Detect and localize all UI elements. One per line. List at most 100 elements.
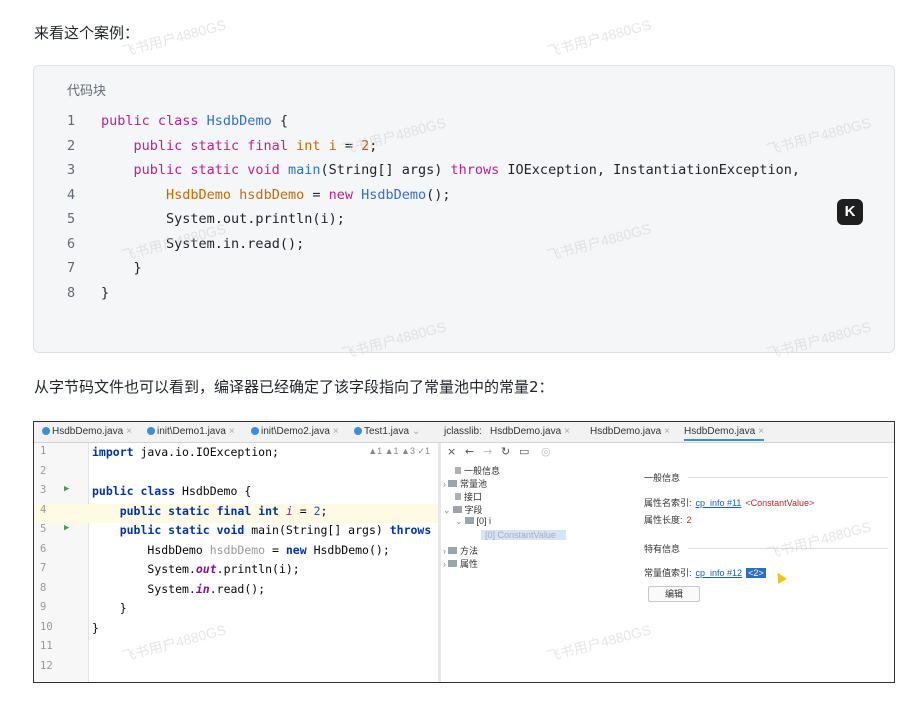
line-number: 1 xyxy=(67,113,76,129)
chevron-down-icon: ⌄ xyxy=(455,516,463,526)
code-line: 5 System.out.println(i); xyxy=(34,211,894,236)
mouse-cursor-icon xyxy=(773,570,787,584)
editor-line: 12 xyxy=(40,659,53,672)
line-number: 8 xyxy=(67,284,76,301)
code-token: HsdbDemo xyxy=(361,186,427,203)
chevron-down-icon[interactable]: ⌄ xyxy=(412,426,420,437)
code-token: HsdbDemo xyxy=(206,113,272,129)
code-token: = xyxy=(304,186,329,203)
code-token: public static void xyxy=(133,162,288,178)
editor-line: 1 import java.io.IOException; xyxy=(40,445,279,459)
code-editor[interactable]: ▲1 ▲1 ▲3 ✓1 1 import java.io.IOException;… xyxy=(34,443,438,682)
general-info-header: 一般信息 xyxy=(644,473,889,483)
constant-index-row: 常量值索引: cp_info #12 <2> xyxy=(644,568,766,578)
attribute-detail-panel: 一般信息 属性名索引: cp_info #11 <ConstantValue> 属性… xyxy=(644,462,894,682)
line-number: 4 xyxy=(67,186,76,203)
code-token: IOException, InstantiationException, xyxy=(499,162,801,178)
close-icon[interactable]: × xyxy=(333,426,339,437)
chevron-down-icon: ⌄ xyxy=(443,505,451,515)
code-line: 1 public class HsdbDemo { xyxy=(34,113,894,138)
jclasslib-tab-bar: jclasslib: HsdbDemo.java × HsdbDemo.java ×… xyxy=(438,422,894,443)
editor-line: 8 System.in.read(); xyxy=(40,581,266,596)
browser-icon[interactable]: ◎ xyxy=(541,445,551,458)
folder-icon xyxy=(448,560,457,567)
code-line: 4 HsdbDemo hsdbDemo = new HsdbDemo(); xyxy=(34,187,894,212)
line-number: 3 xyxy=(67,162,76,178)
tree-item-constant-pool[interactable]: › 常量池 xyxy=(443,477,487,490)
edit-button[interactable]: 编辑 xyxy=(648,586,700,602)
length-row: 属性长度: 2 xyxy=(644,515,692,525)
save-icon[interactable]: ▭ xyxy=(519,445,529,458)
tree-item-fields[interactable]: ⌄ 字段 xyxy=(443,503,483,516)
tree-item-constant-value[interactable]: [0] ConstantValue xyxy=(481,530,566,540)
editor-line: 5 ▶ public static void main(String[] args… xyxy=(40,523,432,537)
close-icon[interactable]: × xyxy=(564,426,570,437)
chevron-right-icon: › xyxy=(443,479,446,489)
refresh-icon[interactable]: ↻ xyxy=(501,445,510,458)
run-icon[interactable]: ▶ xyxy=(64,484,69,494)
forward-arrow-icon[interactable]: → xyxy=(483,445,492,458)
name-index-row: 属性名索引: cp_info #11 <ConstantValue> xyxy=(644,498,815,508)
close-icon[interactable]: × xyxy=(126,426,132,437)
folder-icon xyxy=(448,547,457,554)
java-class-icon xyxy=(42,427,50,435)
back-arrow-icon[interactable]: ← xyxy=(465,445,474,458)
tree-item-field-i[interactable]: ⌄ [0] i xyxy=(455,516,491,527)
tab-demo1[interactable]: init\Demo1.java × xyxy=(147,426,235,437)
close-icon[interactable]: × xyxy=(447,445,456,458)
tab-hsdbdemo[interactable]: HsdbDemo.java × xyxy=(42,426,132,437)
jclasslib-label: jclasslib: xyxy=(444,426,482,437)
editor-line: 9 } xyxy=(40,601,127,615)
code-token: HsdbDemo hsdbDemo xyxy=(166,186,305,203)
line-number: 6 xyxy=(67,235,76,252)
run-icon[interactable]: ▶ xyxy=(64,523,69,533)
folder-icon xyxy=(448,480,457,487)
specific-info-header: 特有信息 xyxy=(644,544,889,554)
close-icon[interactable]: × xyxy=(758,426,764,437)
code-token: throws xyxy=(450,162,500,178)
tab-jclasslib-2[interactable]: HsdbDemo.java × xyxy=(590,426,670,437)
tree-item-general[interactable]: 一般信息 xyxy=(455,464,500,477)
line-number: 5 xyxy=(67,211,76,227)
editor-line: 7 System.out.println(i); xyxy=(40,562,300,576)
code-token: int xyxy=(296,137,329,154)
tab-demo2[interactable]: init\Demo2.java × xyxy=(251,426,339,437)
tree-item-attributes[interactable]: › 属性 xyxy=(443,557,478,570)
cp-info-link[interactable]: cp_info #12 xyxy=(696,568,743,578)
intro-paragraph: 来看这个案例： xyxy=(34,24,140,42)
watermark: 飞书用户4880GS xyxy=(544,16,653,60)
code-block-header: 代码块 xyxy=(67,84,107,99)
java-class-icon xyxy=(251,427,259,435)
code-token: (String[] args) xyxy=(320,162,451,178)
conclusion-paragraph: 从字节码文件也可以看到，编译器已经确定了该字段指向了常量池中的常量2： xyxy=(34,378,554,396)
tree-item-interfaces[interactable]: 接口 xyxy=(455,490,482,503)
editor-line: 3 ▶ public class HsdbDemo { xyxy=(40,484,252,498)
java-class-icon xyxy=(354,427,362,435)
code-line: 3 public static void main(String[] args)… xyxy=(34,162,894,187)
code-block: 代码块 1 public class HsdbDemo { 2 public st… xyxy=(33,65,895,353)
editor-line: 6 HsdbDemo hsdbDemo = new HsdbDemo(); xyxy=(40,542,390,557)
editor-line: 4 public static final int i = 2; xyxy=(34,503,438,523)
tree-item-methods[interactable]: › 方法 xyxy=(443,544,478,557)
code-token: public static final xyxy=(133,137,297,154)
k-logo-icon[interactable]: K xyxy=(837,199,863,225)
editor-tab-bar: HsdbDemo.java × init\Demo1.java × init\Dem… xyxy=(34,422,438,443)
file-icon xyxy=(455,467,461,474)
selected-value-badge[interactable]: <2> xyxy=(746,568,766,578)
jclasslib-toolbar: × ← → ↻ ▭ ◎ xyxy=(441,443,894,461)
folder-icon xyxy=(452,506,462,513)
java-class-icon xyxy=(147,427,155,435)
close-icon[interactable]: × xyxy=(229,426,235,437)
code-token: System.out.println(i); xyxy=(166,211,345,227)
editor-line: 11 xyxy=(40,640,53,652)
folder-icon xyxy=(464,517,474,524)
tab-jclasslib-3[interactable]: HsdbDemo.java × xyxy=(684,426,764,441)
tab-jclasslib-1[interactable]: HsdbDemo.java × xyxy=(490,426,570,437)
line-number: 2 xyxy=(67,137,76,154)
file-icon xyxy=(455,493,461,500)
code-line: 8} xyxy=(34,285,894,310)
close-icon[interactable]: × xyxy=(664,426,670,437)
cp-info-link[interactable]: cp_info #11 xyxy=(696,498,742,508)
code-token: { xyxy=(271,113,288,129)
tab-test1[interactable]: Test1.java ⌄ xyxy=(354,426,420,437)
